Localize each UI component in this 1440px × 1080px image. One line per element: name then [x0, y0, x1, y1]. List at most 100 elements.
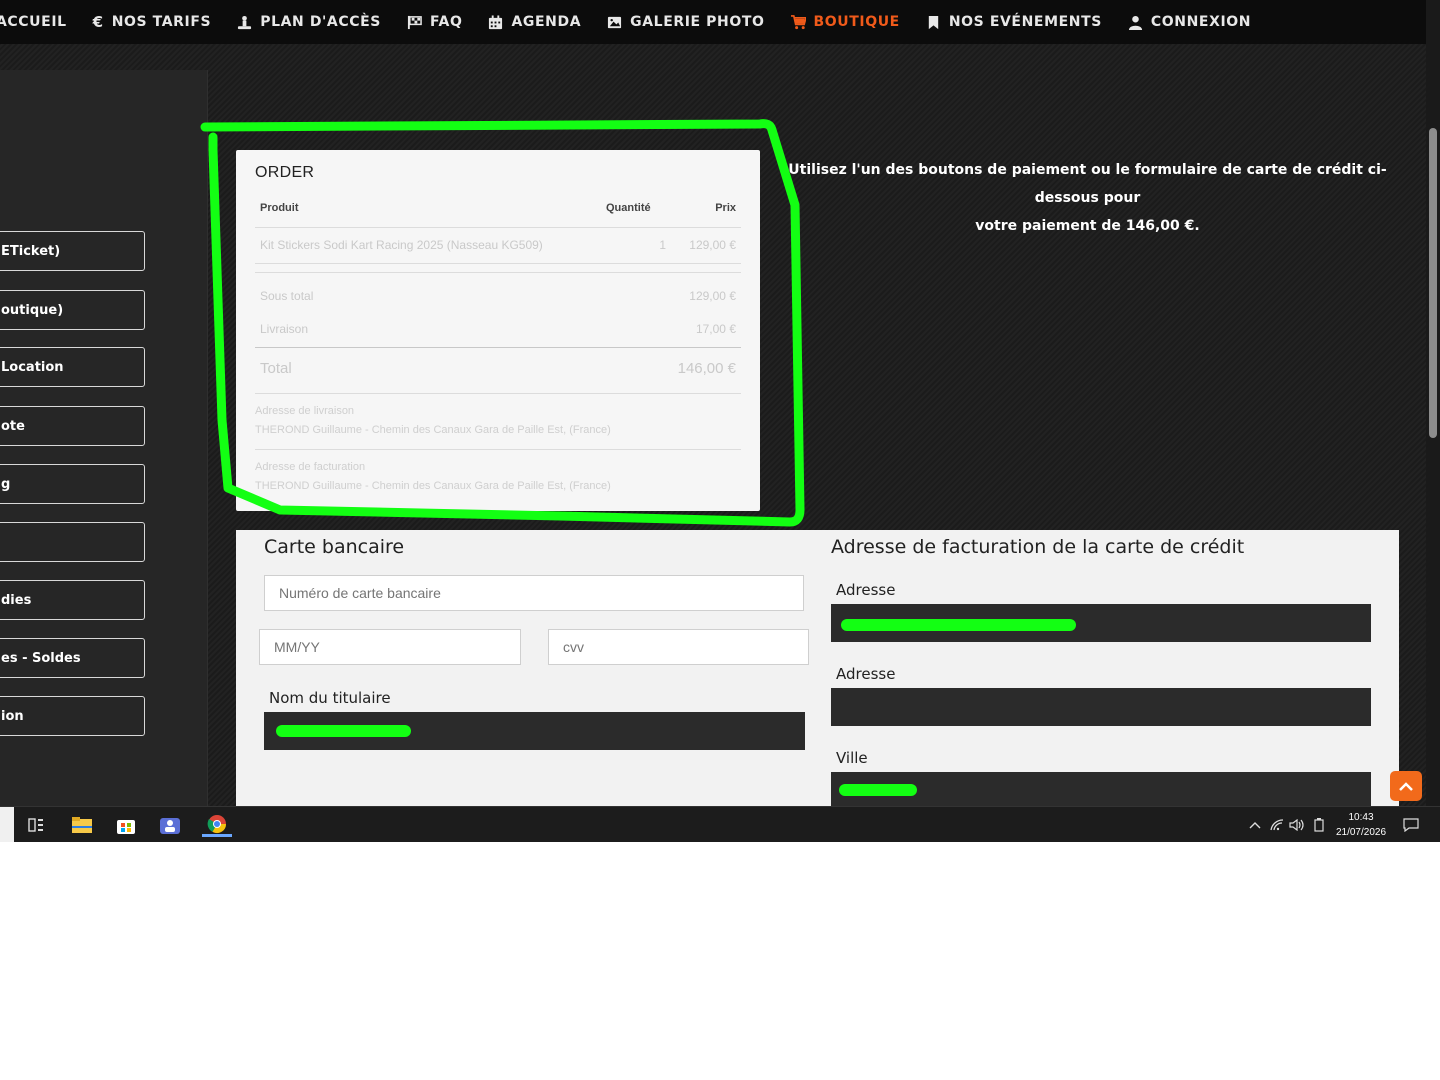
sidebar-item-label: g — [1, 476, 11, 492]
nav-tarifs[interactable]: € NOS TARIFS — [93, 13, 212, 31]
nav-label: FAQ — [429, 14, 463, 30]
nav-label: PLAN D'ACCÈS — [260, 14, 381, 30]
subtotal-label: Sous total — [260, 289, 314, 303]
notification-icon[interactable] — [1398, 813, 1424, 837]
windows-taskbar: 10:43 21/07/2026 — [0, 806, 1440, 842]
payment-instructions-line1: Utilisez l'un des boutons de paiement ou… — [788, 162, 1387, 206]
total-value: 146,00 € — [677, 360, 736, 377]
shipping-address-block: Adresse de livraison THEROND Guillaume -… — [255, 402, 741, 440]
card-number-input[interactable] — [264, 575, 804, 611]
system-clock[interactable]: 10:43 21/07/2026 — [1330, 810, 1392, 840]
billing-address-block: Adresse de facturation THEROND Guillaume… — [255, 458, 741, 496]
file-explorer-icon[interactable] — [69, 813, 95, 837]
nav-accueil[interactable]: ACCUEIL — [0, 14, 67, 30]
payment-instructions-line2: votre paiement de 146,00 €. — [975, 218, 1200, 234]
bookmark-icon — [928, 15, 939, 29]
clock-date: 21/07/2026 — [1335, 827, 1387, 838]
cart-icon — [790, 14, 806, 29]
nav-label: NOS EVÉNEMENTS — [948, 14, 1102, 30]
nav-label: GALERIE PHOTO — [630, 14, 765, 30]
nav-label: CONNEXION — [1150, 14, 1252, 30]
header-product: Produit — [260, 202, 299, 214]
order-table-header: Produit Quantité Prix — [260, 202, 736, 214]
subtotal-row: Sous total 129,00 € — [260, 289, 736, 303]
subtotal-value: 129,00 € — [689, 289, 736, 303]
shop-sidebar: ETicket) outique) Location ote g dies es… — [0, 70, 208, 810]
city-label: Ville — [836, 749, 868, 767]
header-quantity: Quantité — [606, 202, 651, 214]
sidebar-item-label: Location — [1, 359, 64, 375]
battery-icon[interactable] — [1306, 813, 1332, 837]
search-box-edge[interactable] — [0, 807, 14, 842]
divider — [255, 263, 741, 264]
sidebar-item[interactable]: Location — [0, 347, 145, 387]
nav-faq[interactable]: FAQ — [407, 14, 463, 30]
sidebar-item-label: ion — [1, 708, 24, 724]
order-summary-card: ORDER Produit Quantité Prix Kit Stickers… — [236, 150, 760, 511]
nav-agenda[interactable]: AGENDA — [488, 14, 581, 30]
store-icon[interactable] — [113, 813, 139, 837]
teams-icon[interactable] — [157, 813, 183, 837]
person-pin-icon — [238, 15, 252, 29]
card-expiry-input[interactable] — [259, 629, 521, 665]
scrollbar-thumb[interactable] — [1429, 128, 1437, 438]
top-navigation: ACCUEIL € NOS TARIFS PLAN D'ACCÈS FAQ AG… — [0, 0, 1426, 44]
divider — [255, 449, 741, 450]
scroll-to-top-button[interactable] — [1390, 771, 1422, 801]
total-row: Total 146,00 € — [260, 360, 736, 377]
sidebar-item[interactable]: es - Soldes — [0, 638, 145, 678]
nav-label: NOS TARIFS — [111, 14, 212, 30]
sidebar-item[interactable]: ion — [0, 696, 145, 736]
divider — [255, 347, 741, 348]
payment-form-panel: Carte bancaire Nom du titulaire Adresse … — [236, 530, 1399, 830]
line-price: 129,00 € — [689, 238, 736, 252]
redaction-mark — [839, 784, 917, 796]
sidebar-item[interactable]: g — [0, 464, 145, 504]
card-section-title: Carte bancaire — [264, 536, 405, 558]
sidebar-item[interactable]: dies — [0, 580, 145, 620]
page-scrollbar[interactable] — [1426, 0, 1440, 806]
image-icon — [608, 16, 622, 28]
nav-plan-acces[interactable]: PLAN D'ACCÈS — [237, 14, 381, 30]
chevron-up-icon — [1399, 782, 1413, 791]
sidebar-item[interactable]: ote — [0, 406, 145, 446]
sidebar-item-label: ote — [1, 418, 25, 434]
redaction-mark — [276, 725, 411, 737]
euro-icon: € — [92, 13, 104, 31]
sidebar-item-label: outique) — [1, 302, 64, 318]
address2-input[interactable] — [831, 688, 1371, 726]
task-view-icon[interactable] — [23, 813, 49, 837]
sidebar-item-label: ETicket) — [1, 243, 61, 259]
shipping-row: Livraison 17,00 € — [260, 322, 736, 336]
browser-viewport: ACCUEIL € NOS TARIFS PLAN D'ACCÈS FAQ AG… — [0, 0, 1440, 842]
nav-galerie[interactable]: GALERIE PHOTO — [607, 14, 764, 30]
sidebar-item-label: es - Soldes — [1, 650, 81, 666]
calendar-icon — [489, 14, 503, 29]
divider — [255, 227, 741, 228]
nav-label: AGENDA — [511, 14, 582, 30]
sidebar-item[interactable]: outique) — [0, 290, 145, 330]
nav-boutique[interactable]: BOUTIQUE — [790, 14, 900, 30]
nav-connexion[interactable]: CONNEXION — [1128, 14, 1251, 30]
header-price: Prix — [715, 202, 736, 214]
shipping-value: 17,00 € — [695, 322, 736, 336]
billing-address: THEROND Guillaume - Chemin des Canaux Ga… — [255, 480, 611, 492]
nav-label: ACCUEIL — [0, 14, 67, 30]
payment-instructions: Utilisez l'un des boutons de paiement ou… — [775, 156, 1400, 240]
shipping-address: THEROND Guillaume - Chemin des Canaux Ga… — [255, 424, 611, 436]
address2-label: Adresse — [836, 665, 896, 683]
sidebar-item[interactable]: ETicket) — [0, 231, 145, 271]
card-cvv-input[interactable] — [548, 629, 809, 665]
chrome-icon[interactable] — [202, 813, 232, 837]
sidebar-item-label: dies — [1, 592, 32, 608]
shipping-label: Livraison — [260, 322, 309, 336]
total-label: Total — [260, 360, 292, 377]
nav-evenements[interactable]: NOS EVÉNEMENTS — [926, 14, 1102, 30]
divider — [255, 272, 741, 273]
address1-label: Adresse — [836, 581, 896, 599]
shipping-address-label: Adresse de livraison — [255, 405, 355, 417]
user-icon — [1128, 15, 1142, 30]
nav-label: BOUTIQUE — [813, 14, 900, 30]
clock-time: 10:43 — [1348, 812, 1374, 823]
sidebar-item[interactable] — [0, 522, 145, 562]
